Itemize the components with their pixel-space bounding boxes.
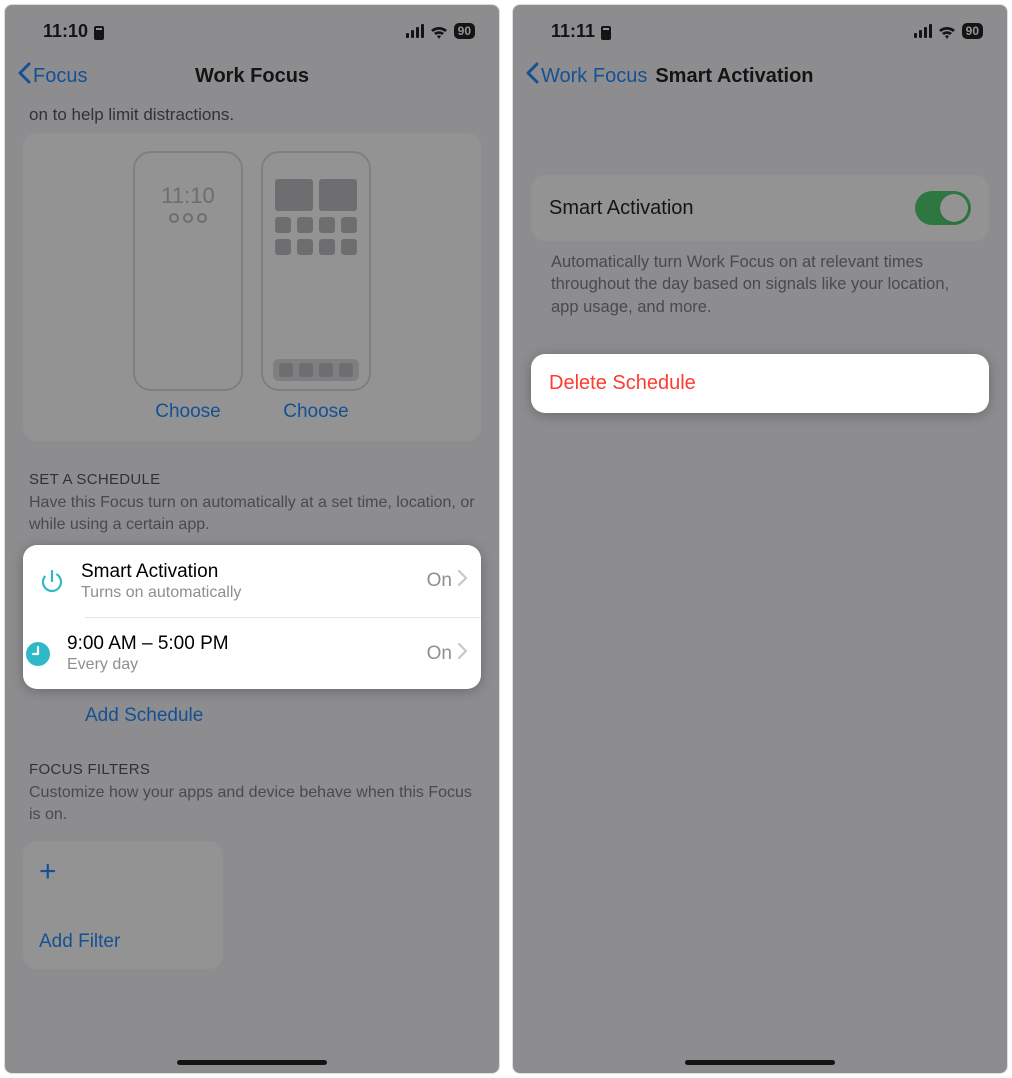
chevron-left-icon — [17, 62, 31, 90]
status-bar: 11:11 90 — [513, 5, 1007, 53]
chevron-right-icon — [458, 570, 467, 592]
row-title: Smart Activation — [81, 561, 413, 583]
lock-icon — [94, 24, 104, 38]
row-status: On — [427, 570, 452, 592]
wifi-icon — [938, 24, 956, 38]
row-status: On — [427, 643, 452, 665]
schedule-desc: Have this Focus turn on automatically at… — [23, 492, 481, 545]
chevron-left-icon — [525, 62, 539, 90]
chevron-right-icon — [458, 643, 467, 665]
status-time: 11:11 — [551, 21, 595, 42]
filters-desc: Customize how your apps and device behav… — [23, 782, 481, 835]
mock-dock-icon — [273, 359, 359, 381]
lock-icon — [601, 24, 611, 38]
smart-activation-desc: Automatically turn Work Focus on at rele… — [531, 241, 989, 318]
mock-time: 11:10 — [161, 183, 214, 209]
battery-icon: 90 — [962, 23, 983, 39]
cellular-icon — [914, 24, 932, 38]
mock-widgets-icon — [169, 213, 207, 223]
smart-activation-card: Smart Activation — [531, 175, 989, 241]
toggle-label: Smart Activation — [549, 197, 694, 220]
add-schedule-button[interactable]: Add Schedule — [23, 689, 481, 743]
schedule-row-time[interactable]: 9:00 AM – 5:00 PM Every day On — [85, 617, 481, 689]
wifi-icon — [430, 24, 448, 38]
filters-header: FOCUS FILTERS — [29, 761, 475, 778]
status-time: 11:10 — [43, 21, 88, 42]
add-filter-label: Add Filter — [39, 931, 207, 953]
row-subtitle: Every day — [67, 656, 413, 674]
clock-icon — [23, 639, 53, 669]
schedule-row-smart-activation[interactable]: Smart Activation Turns on automatically … — [23, 545, 481, 617]
screen-preview-card: 11:10 Choose Choose — [23, 133, 481, 441]
screenshot-right: 11:11 90 Work Focus Smart Activation Sma… — [512, 4, 1008, 1074]
plus-icon: + — [39, 857, 207, 887]
delete-schedule-button[interactable]: Delete Schedule — [531, 354, 989, 413]
lock-screen-preview[interactable]: 11:10 — [133, 151, 243, 391]
intro-text-tail: on to help limit distractions. — [23, 105, 481, 133]
home-indicator[interactable] — [685, 1060, 835, 1065]
choose-lock-screen-button[interactable]: Choose — [155, 401, 221, 423]
schedule-header: SET A SCHEDULE — [29, 471, 475, 488]
row-subtitle: Turns on automatically — [81, 584, 413, 602]
home-screen-preview[interactable] — [261, 151, 371, 391]
dim-overlay — [513, 5, 1007, 1073]
power-icon — [37, 566, 67, 596]
smart-activation-toggle[interactable] — [915, 191, 971, 225]
back-label: Focus — [33, 65, 87, 88]
nav-title: Smart Activation — [655, 65, 813, 88]
delete-schedule-label: Delete Schedule — [549, 372, 971, 395]
nav-bar: Focus Work Focus — [5, 53, 499, 105]
schedule-list: Smart Activation Turns on automatically … — [23, 545, 481, 689]
nav-bar: Work Focus Smart Activation — [513, 53, 1007, 105]
battery-icon: 90 — [454, 23, 475, 39]
cellular-icon — [406, 24, 424, 38]
home-indicator[interactable] — [177, 1060, 327, 1065]
add-filter-card[interactable]: + Add Filter — [23, 841, 223, 969]
back-label: Work Focus — [541, 65, 647, 88]
back-button[interactable]: Focus — [17, 62, 87, 90]
screenshot-left: 11:10 90 Focus Work Focus on to help lim… — [4, 4, 500, 1074]
row-title: 9:00 AM – 5:00 PM — [67, 633, 413, 655]
status-bar: 11:10 90 — [5, 5, 499, 53]
choose-home-screen-button[interactable]: Choose — [283, 401, 349, 423]
back-button[interactable]: Work Focus — [525, 62, 647, 90]
